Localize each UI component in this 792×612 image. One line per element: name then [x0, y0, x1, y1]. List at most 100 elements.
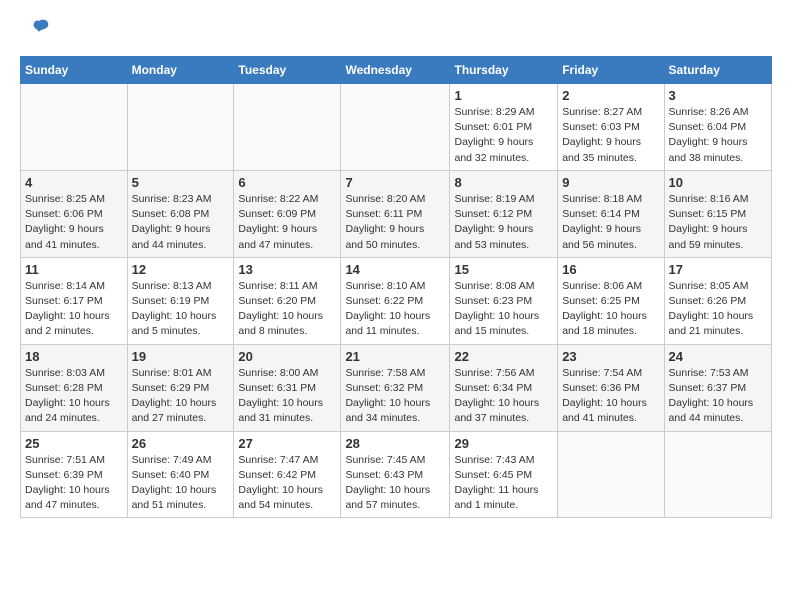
calendar-cell: [127, 84, 234, 171]
calendar-cell: 23 Sunrise: 7:54 AM Sunset: 6:36 PM Dayli…: [558, 344, 664, 431]
column-header-friday: Friday: [558, 57, 664, 84]
day-info: Sunrise: 7:45 AM Sunset: 6:43 PM Dayligh…: [345, 453, 445, 514]
day-info: Sunrise: 8:19 AM Sunset: 6:12 PM Dayligh…: [454, 192, 553, 253]
day-info: Sunrise: 8:01 AM Sunset: 6:29 PM Dayligh…: [132, 366, 230, 427]
day-info: Sunrise: 8:05 AM Sunset: 6:26 PM Dayligh…: [669, 279, 767, 340]
calendar-cell: 2 Sunrise: 8:27 AM Sunset: 6:03 PM Daylig…: [558, 84, 664, 171]
calendar-cell: 10Sunrise: 8:16 AM Sunset: 6:15 PM Dayli…: [664, 170, 771, 257]
week-row-4: 18 Sunrise: 8:03 AM Sunset: 6:28 PM Dayli…: [21, 344, 772, 431]
calendar-cell: 12Sunrise: 8:13 AM Sunset: 6:19 PM Dayli…: [127, 257, 234, 344]
column-header-monday: Monday: [127, 57, 234, 84]
calendar-cell: 21 Sunrise: 7:58 AM Sunset: 6:32 PM Dayli…: [341, 344, 450, 431]
day-number: 26: [132, 436, 230, 451]
calendar-cell: 9 Sunrise: 8:18 AM Sunset: 6:14 PM Daylig…: [558, 170, 664, 257]
calendar-cell: 24Sunrise: 7:53 AM Sunset: 6:37 PM Dayli…: [664, 344, 771, 431]
calendar-cell: 13 Sunrise: 8:11 AM Sunset: 6:20 PM Dayli…: [234, 257, 341, 344]
calendar-cell: [664, 431, 771, 518]
day-info: Sunrise: 7:47 AM Sunset: 6:42 PM Dayligh…: [238, 453, 336, 514]
day-number: 4: [25, 175, 123, 190]
calendar-table: SundayMondayTuesdayWednesdayThursdayFrid…: [20, 56, 772, 518]
day-number: 18: [25, 349, 123, 364]
day-info: Sunrise: 8:08 AM Sunset: 6:23 PM Dayligh…: [454, 279, 553, 340]
day-number: 29: [454, 436, 553, 451]
calendar-cell: 16 Sunrise: 8:06 AM Sunset: 6:25 PM Dayli…: [558, 257, 664, 344]
day-info: Sunrise: 8:11 AM Sunset: 6:20 PM Dayligh…: [238, 279, 336, 340]
day-info: Sunrise: 8:25 AM Sunset: 6:06 PM Dayligh…: [25, 192, 123, 253]
day-number: 15: [454, 262, 553, 277]
day-number: 27: [238, 436, 336, 451]
day-number: 28: [345, 436, 445, 451]
day-info: Sunrise: 8:13 AM Sunset: 6:19 PM Dayligh…: [132, 279, 230, 340]
calendar-cell: 26 Sunrise: 7:49 AM Sunset: 6:40 PM Dayli…: [127, 431, 234, 518]
day-info: Sunrise: 8:03 AM Sunset: 6:28 PM Dayligh…: [25, 366, 123, 427]
calendar-cell: 11Sunrise: 8:14 AM Sunset: 6:17 PM Dayli…: [21, 257, 128, 344]
calendar-cell: 8 Sunrise: 8:19 AM Sunset: 6:12 PM Daylig…: [450, 170, 558, 257]
day-number: 13: [238, 262, 336, 277]
day-info: Sunrise: 8:20 AM Sunset: 6:11 PM Dayligh…: [345, 192, 445, 253]
day-info: Sunrise: 8:16 AM Sunset: 6:15 PM Dayligh…: [669, 192, 767, 253]
calendar-cell: 5 Sunrise: 8:23 AM Sunset: 6:08 PM Daylig…: [127, 170, 234, 257]
week-row-5: 25 Sunrise: 7:51 AM Sunset: 6:39 PM Dayli…: [21, 431, 772, 518]
week-row-1: 1 Sunrise: 8:29 AM Sunset: 6:01 PM Daylig…: [21, 84, 772, 171]
day-info: Sunrise: 8:06 AM Sunset: 6:25 PM Dayligh…: [562, 279, 659, 340]
day-info: Sunrise: 8:10 AM Sunset: 6:22 PM Dayligh…: [345, 279, 445, 340]
calendar-cell: 15 Sunrise: 8:08 AM Sunset: 6:23 PM Dayli…: [450, 257, 558, 344]
calendar-cell: 1 Sunrise: 8:29 AM Sunset: 6:01 PM Daylig…: [450, 84, 558, 171]
page: SundayMondayTuesdayWednesdayThursdayFrid…: [0, 0, 792, 534]
day-info: Sunrise: 8:23 AM Sunset: 6:08 PM Dayligh…: [132, 192, 230, 253]
column-header-thursday: Thursday: [450, 57, 558, 84]
calendar-cell: 17 Sunrise: 8:05 AM Sunset: 6:26 PM Dayli…: [664, 257, 771, 344]
day-number: 22: [454, 349, 553, 364]
day-info: Sunrise: 7:53 AM Sunset: 6:37 PM Dayligh…: [669, 366, 767, 427]
column-header-saturday: Saturday: [664, 57, 771, 84]
day-info: Sunrise: 7:49 AM Sunset: 6:40 PM Dayligh…: [132, 453, 230, 514]
calendar-cell: 6 Sunrise: 8:22 AM Sunset: 6:09 PM Daylig…: [234, 170, 341, 257]
calendar-cell: 7 Sunrise: 8:20 AM Sunset: 6:11 PM Daylig…: [341, 170, 450, 257]
column-header-sunday: Sunday: [21, 57, 128, 84]
logo-bird-icon: [24, 16, 54, 46]
week-row-3: 11Sunrise: 8:14 AM Sunset: 6:17 PM Dayli…: [21, 257, 772, 344]
calendar-cell: 20Sunrise: 8:00 AM Sunset: 6:31 PM Dayli…: [234, 344, 341, 431]
day-info: Sunrise: 8:26 AM Sunset: 6:04 PM Dayligh…: [669, 105, 767, 166]
day-number: 23: [562, 349, 659, 364]
day-info: Sunrise: 7:43 AM Sunset: 6:45 PM Dayligh…: [454, 453, 553, 514]
calendar-cell: [234, 84, 341, 171]
calendar-cell: 3 Sunrise: 8:26 AM Sunset: 6:04 PM Daylig…: [664, 84, 771, 171]
day-info: Sunrise: 8:29 AM Sunset: 6:01 PM Dayligh…: [454, 105, 553, 166]
day-number: 25: [25, 436, 123, 451]
day-number: 7: [345, 175, 445, 190]
calendar-cell: 18 Sunrise: 8:03 AM Sunset: 6:28 PM Dayli…: [21, 344, 128, 431]
day-info: Sunrise: 7:51 AM Sunset: 6:39 PM Dayligh…: [25, 453, 123, 514]
day-number: 19: [132, 349, 230, 364]
day-number: 9: [562, 175, 659, 190]
day-info: Sunrise: 8:18 AM Sunset: 6:14 PM Dayligh…: [562, 192, 659, 253]
day-number: 21: [345, 349, 445, 364]
day-number: 20: [238, 349, 336, 364]
day-number: 3: [669, 88, 767, 103]
day-number: 5: [132, 175, 230, 190]
calendar-cell: [341, 84, 450, 171]
logo: [20, 16, 54, 46]
day-number: 2: [562, 88, 659, 103]
day-number: 16: [562, 262, 659, 277]
calendar-cell: [21, 84, 128, 171]
calendar-cell: 14 Sunrise: 8:10 AM Sunset: 6:22 PM Dayli…: [341, 257, 450, 344]
calendar-cell: [558, 431, 664, 518]
day-number: 14: [345, 262, 445, 277]
day-info: Sunrise: 8:27 AM Sunset: 6:03 PM Dayligh…: [562, 105, 659, 166]
column-header-wednesday: Wednesday: [341, 57, 450, 84]
column-header-tuesday: Tuesday: [234, 57, 341, 84]
day-number: 6: [238, 175, 336, 190]
day-info: Sunrise: 7:54 AM Sunset: 6:36 PM Dayligh…: [562, 366, 659, 427]
calendar-cell: 27 Sunrise: 7:47 AM Sunset: 6:42 PM Dayli…: [234, 431, 341, 518]
day-info: Sunrise: 8:22 AM Sunset: 6:09 PM Dayligh…: [238, 192, 336, 253]
day-number: 8: [454, 175, 553, 190]
calendar-cell: 22Sunrise: 7:56 AM Sunset: 6:34 PM Dayli…: [450, 344, 558, 431]
day-info: Sunrise: 7:58 AM Sunset: 6:32 PM Dayligh…: [345, 366, 445, 427]
calendar-cell: 28 Sunrise: 7:45 AM Sunset: 6:43 PM Dayli…: [341, 431, 450, 518]
day-number: 1: [454, 88, 553, 103]
calendar-header-row: SundayMondayTuesdayWednesdayThursdayFrid…: [21, 57, 772, 84]
week-row-2: 4 Sunrise: 8:25 AM Sunset: 6:06 PM Daylig…: [21, 170, 772, 257]
day-number: 11: [25, 262, 123, 277]
day-number: 17: [669, 262, 767, 277]
